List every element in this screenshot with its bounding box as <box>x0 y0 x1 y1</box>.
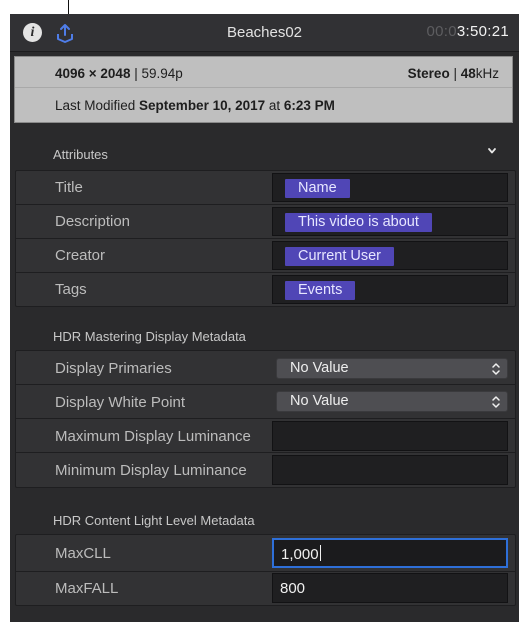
audio-rate-value: 48 <box>460 66 476 81</box>
title-field[interactable]: Name <box>272 173 508 202</box>
section-hdr-content-label: HDR Content Light Level Metadata <box>53 513 255 528</box>
hdr-label: Maximum Display Luminance <box>55 428 251 445</box>
hdr-label: Display Primaries <box>55 360 172 377</box>
inspector-panel: i Beaches02 00:03:50:21 4096 × 2048 | 59… <box>10 14 519 622</box>
callout-line <box>68 0 69 14</box>
audio-format: Stereo | 48kHz <box>408 66 499 81</box>
select-value: No Value <box>290 393 349 409</box>
hdr-row-maxcll: MaxCLL 1,000 <box>16 535 515 572</box>
attribute-row-creator: Creator Current User <box>16 239 515 273</box>
attribute-label: Title <box>55 179 83 196</box>
modified-date: September 10, 2017 <box>139 98 266 113</box>
attribute-label: Creator <box>55 247 106 264</box>
maxcll-field[interactable]: 1,000 <box>272 538 508 568</box>
modified-at: at <box>265 98 284 113</box>
summary-divider <box>15 87 512 88</box>
hdr-label: Display White Point <box>55 394 186 411</box>
audio-separator: | <box>449 66 461 81</box>
attributes-group: Title Name Description This video is abo… <box>15 170 516 307</box>
maxfall-field[interactable]: 800 <box>272 573 508 603</box>
hdr-content-group: MaxCLL 1,000 MaxFALL 800 <box>15 534 516 606</box>
max-luminance-field[interactable] <box>272 421 508 451</box>
title-token[interactable]: Name <box>285 179 350 198</box>
hdr-label: MaxFALL <box>55 580 119 597</box>
hdr-row-display-white-point: Display White Point No Value <box>16 385 515 419</box>
resolution: 4096 × 2048 <box>55 66 131 81</box>
description-token[interactable]: This video is about <box>285 213 432 232</box>
maxfall-value: 800 <box>280 580 306 597</box>
creator-token[interactable]: Current User <box>285 247 394 266</box>
tags-field[interactable]: Events <box>272 275 508 304</box>
stepper-arrows-icon <box>492 396 500 408</box>
attribute-label: Tags <box>55 281 87 298</box>
section-hdr-display-label: HDR Mastering Display Metadata <box>53 329 246 344</box>
hdr-display-group: Display Primaries No Value Display White… <box>15 350 516 488</box>
last-modified: Last Modified September 10, 2017 at 6:23… <box>55 98 335 113</box>
modified-prefix: Last Modified <box>55 98 140 113</box>
audio-rate-unit: kHz <box>475 66 499 81</box>
inspector-header: i Beaches02 00:03:50:21 <box>10 14 519 52</box>
timecode-leading: 00:0 <box>426 23 457 40</box>
text-caret <box>319 545 321 561</box>
description-field[interactable]: This video is about <box>272 207 508 236</box>
audio-channels: Stereo <box>407 66 450 81</box>
stepper-arrows-icon <box>492 363 500 375</box>
attribute-label: Description <box>55 213 131 230</box>
hdr-row-display-primaries: Display Primaries No Value <box>16 351 515 385</box>
attribute-row-tags: Tags Events <box>16 273 515 306</box>
hdr-label: Minimum Display Luminance <box>55 462 247 479</box>
maxcll-value-wrap: 1,000 <box>281 545 321 563</box>
attribute-row-title: Title Name <box>16 171 515 205</box>
maxcll-value: 1,000 <box>281 546 319 563</box>
hdr-row-min-luminance: Minimum Display Luminance <box>16 453 515 487</box>
chevron-down-icon[interactable] <box>487 146 497 156</box>
min-luminance-field[interactable] <box>272 455 508 485</box>
display-white-point-select[interactable]: No Value <box>276 391 508 412</box>
timecode: 00:03:50:21 <box>426 23 509 40</box>
attribute-row-description: Description This video is about <box>16 205 515 239</box>
tags-token[interactable]: Events <box>285 281 356 300</box>
hdr-label: MaxCLL <box>55 545 111 562</box>
modified-time: 6:23 PM <box>283 98 335 113</box>
creator-field[interactable]: Current User <box>272 241 508 270</box>
video-format: 4096 × 2048 | 59.94p <box>55 66 183 81</box>
select-value: No Value <box>290 360 349 376</box>
frame-rate: | 59.94p <box>130 66 183 81</box>
clip-summary: 4096 × 2048 | 59.94p Stereo | 48kHz Last… <box>14 56 513 123</box>
display-primaries-select[interactable]: No Value <box>276 358 508 379</box>
hdr-row-max-luminance: Maximum Display Luminance <box>16 419 515 453</box>
timecode-value: 3:50:21 <box>456 23 509 40</box>
hdr-row-maxfall: MaxFALL 800 <box>16 572 515 605</box>
section-attributes-label: Attributes <box>53 147 108 162</box>
